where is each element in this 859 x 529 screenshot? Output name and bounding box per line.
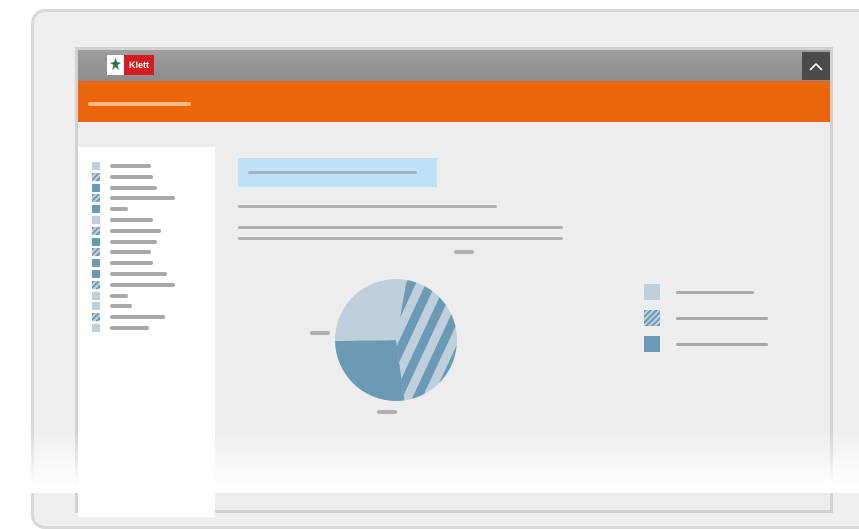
legend-swatch — [644, 310, 660, 326]
pie-slice-light — [335, 279, 407, 341]
app-window: Klett — [78, 50, 830, 517]
legend-swatch — [644, 336, 660, 352]
legend-label-placeholder — [676, 343, 768, 346]
legend-label-placeholder — [676, 291, 754, 294]
legend-label-placeholder — [676, 317, 768, 320]
pie-label-placeholder — [454, 250, 474, 254]
pie-label-placeholder — [310, 331, 330, 335]
pie-label-placeholder — [377, 410, 397, 414]
legend-swatch — [644, 284, 660, 300]
pie-slice-dark — [335, 340, 405, 401]
pie-slice-striped — [396, 279, 457, 401]
pie-chart — [310, 250, 474, 414]
